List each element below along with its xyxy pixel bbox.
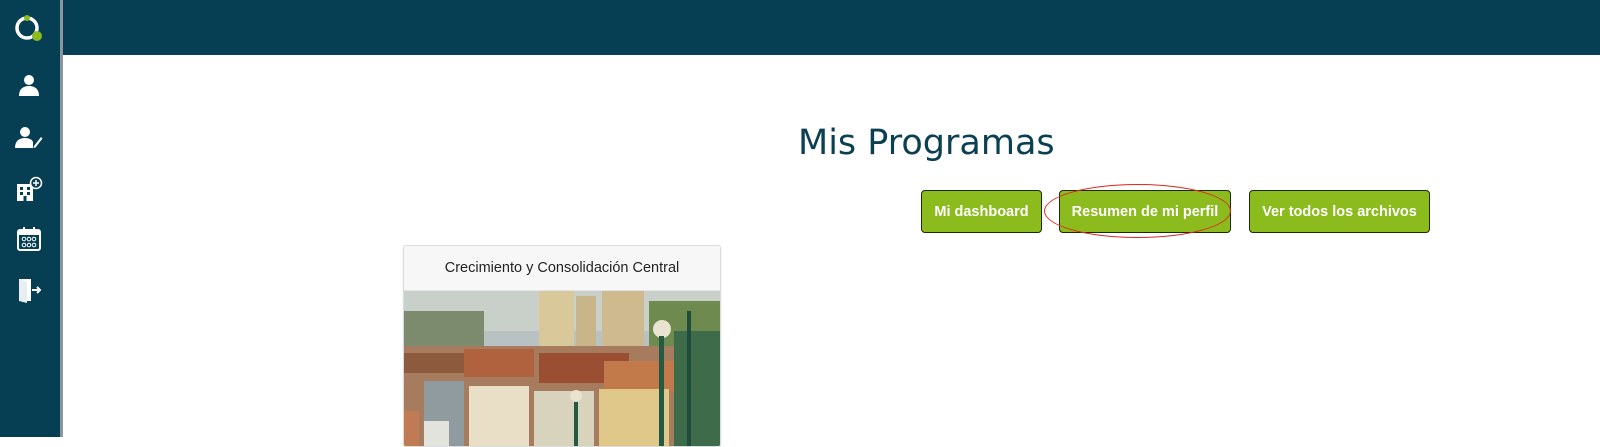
calendar-icon[interactable] (14, 224, 44, 254)
program-card[interactable]: Crecimiento y Consolidación Central (403, 245, 721, 447)
app-logo-icon[interactable] (13, 13, 43, 43)
profile-summary-button[interactable]: Resumen de mi perfil (1059, 190, 1231, 233)
top-navbar (0, 0, 1600, 55)
all-files-button[interactable]: Ver todos los archivos (1249, 190, 1430, 233)
building-add-icon[interactable] (14, 174, 44, 204)
page-title: Mis Programas (798, 123, 1055, 163)
user-icon[interactable] (14, 70, 44, 100)
logout-door-icon[interactable] (14, 275, 44, 305)
program-card-title: Crecimiento y Consolidación Central (404, 246, 720, 291)
sidebar (0, 0, 63, 437)
main-content: Mis Programas Mi dashboard Resumen de mi… (63, 55, 1600, 447)
user-edit-icon[interactable] (14, 122, 44, 152)
dashboard-button[interactable]: Mi dashboard (921, 190, 1042, 233)
program-card-image (404, 291, 720, 446)
